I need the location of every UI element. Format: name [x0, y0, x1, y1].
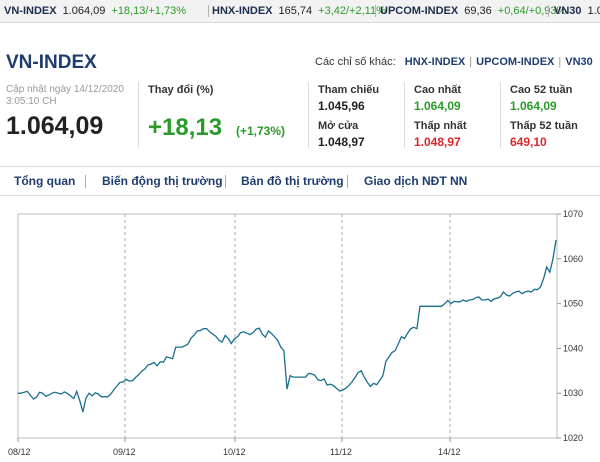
- tab-foreign-trading[interactable]: Giao dịch NĐT NN: [364, 174, 467, 188]
- stat-value: 1.048,97: [414, 135, 461, 149]
- stat-label: Cao nhất: [414, 84, 462, 96]
- change-label: Thay đổi (%): [148, 84, 214, 96]
- ticker-item-upcomindex[interactable]: UPCOM-INDEX 69,36 +0,64/+0,93%: [380, 0, 566, 22]
- tab-market-map[interactable]: Bản đồ thị trường: [241, 174, 344, 188]
- index-ticker: VN-INDEX 1.064,09 +18,13/+1,73% HNX-INDEX 1…: [0, 0, 600, 23]
- stat-open: Mở cửa 1.048,97: [318, 120, 365, 149]
- divider: [138, 82, 139, 148]
- stat-value: 1.064,09: [414, 99, 461, 113]
- y-tick-label: 1030: [563, 388, 583, 398]
- chart-frame: [17, 213, 558, 439]
- chart-grid: [17, 213, 558, 439]
- ticker-separator: [548, 5, 549, 17]
- update-timestamp: Cập nhật ngày 14/12/2020 3:05:10 CH: [6, 84, 124, 108]
- index-line: [18, 239, 557, 413]
- stat-label: Tham chiếu: [318, 84, 380, 96]
- stat-label: Cao 52 tuần: [510, 84, 573, 96]
- stat-52w-high: Cao 52 tuần 1.064,09: [510, 84, 572, 113]
- x-tick-label: 11/12: [330, 447, 352, 457]
- stat-low: Thấp nhất 1.048,97: [414, 120, 467, 149]
- tab-market-movement[interactable]: Biến động thị trường: [102, 174, 223, 188]
- x-tick-label: 08/12: [8, 447, 31, 457]
- stat-label: Thấp nhất: [414, 120, 467, 132]
- update-date: Cập nhật ngày 14/12/2020: [6, 84, 124, 95]
- link-separator: |: [469, 56, 473, 68]
- y-tick-label: 1050: [563, 299, 583, 309]
- tab-bar: Tổng quan Biến động thị trường Bản đồ th…: [0, 166, 600, 196]
- y-tick-label: 1060: [563, 254, 583, 264]
- index-chart[interactable]: 08/12 09/12 10/12 11/12 14/12 1020 1030 1040 105…: [0, 206, 600, 462]
- tab-separator: [347, 175, 348, 188]
- ticker-item-vn30[interactable]: VN301.0: [554, 0, 600, 22]
- y-tick-label: 1070: [563, 209, 583, 219]
- x-tick-label: 14/12: [438, 447, 461, 457]
- link-vn30[interactable]: VN30: [565, 56, 593, 68]
- divider: [500, 82, 501, 148]
- change-value: +18,13: [148, 114, 223, 141]
- stat-value: 649,10: [510, 135, 547, 149]
- update-time: 3:05:10 CH: [6, 96, 57, 107]
- tab-separator: [85, 175, 86, 188]
- ticker-item-vnindex[interactable]: VN-INDEX 1.064,09 +18,13/+1,73%: [4, 0, 186, 22]
- link-hnx-index[interactable]: HNX-INDEX: [405, 56, 466, 68]
- ticker-item-hnxindex[interactable]: HNX-INDEX 165,74 +3,42/+2,11%: [212, 0, 386, 22]
- stat-52w-low: Thấp 52 tuần 649,10: [510, 120, 578, 149]
- link-separator: |: [558, 56, 562, 68]
- x-tick-label: 10/12: [223, 447, 246, 457]
- y-tick-label: 1020: [563, 433, 583, 443]
- change-percent: (+1,73%): [236, 124, 286, 138]
- other-indices-label: Các chỉ số khác:: [315, 56, 396, 68]
- tab-overview[interactable]: Tổng quan: [14, 174, 75, 188]
- page-title: VN-INDEX: [6, 52, 97, 73]
- divider: [308, 82, 309, 148]
- ticker-separator: [375, 5, 376, 17]
- other-indices: Các chỉ số khác: HNX-INDEX | UPCOM-INDEX | V…: [315, 56, 593, 68]
- ticker-separator: [208, 5, 209, 17]
- chart-ticks: 08/12 09/12 10/12 11/12 14/12 1020 1030 1040 105…: [8, 209, 583, 457]
- x-tick-label: 09/12: [113, 447, 136, 457]
- tab-separator: [225, 175, 226, 188]
- current-price: 1.064,09: [6, 112, 104, 140]
- stat-value: 1.048,97: [318, 135, 365, 149]
- stat-reference: Tham chiếu 1.045,96: [318, 84, 379, 113]
- stat-value: 1.045,96: [318, 99, 365, 113]
- stat-label: Mở cửa: [318, 120, 359, 132]
- link-upcom-index[interactable]: UPCOM-INDEX: [476, 56, 554, 68]
- stat-label: Thấp 52 tuần: [510, 120, 578, 132]
- stat-high: Cao nhất 1.064,09: [414, 84, 461, 113]
- divider: [404, 82, 405, 148]
- y-tick-label: 1040: [563, 343, 583, 353]
- stat-value: 1.064,09: [510, 99, 557, 113]
